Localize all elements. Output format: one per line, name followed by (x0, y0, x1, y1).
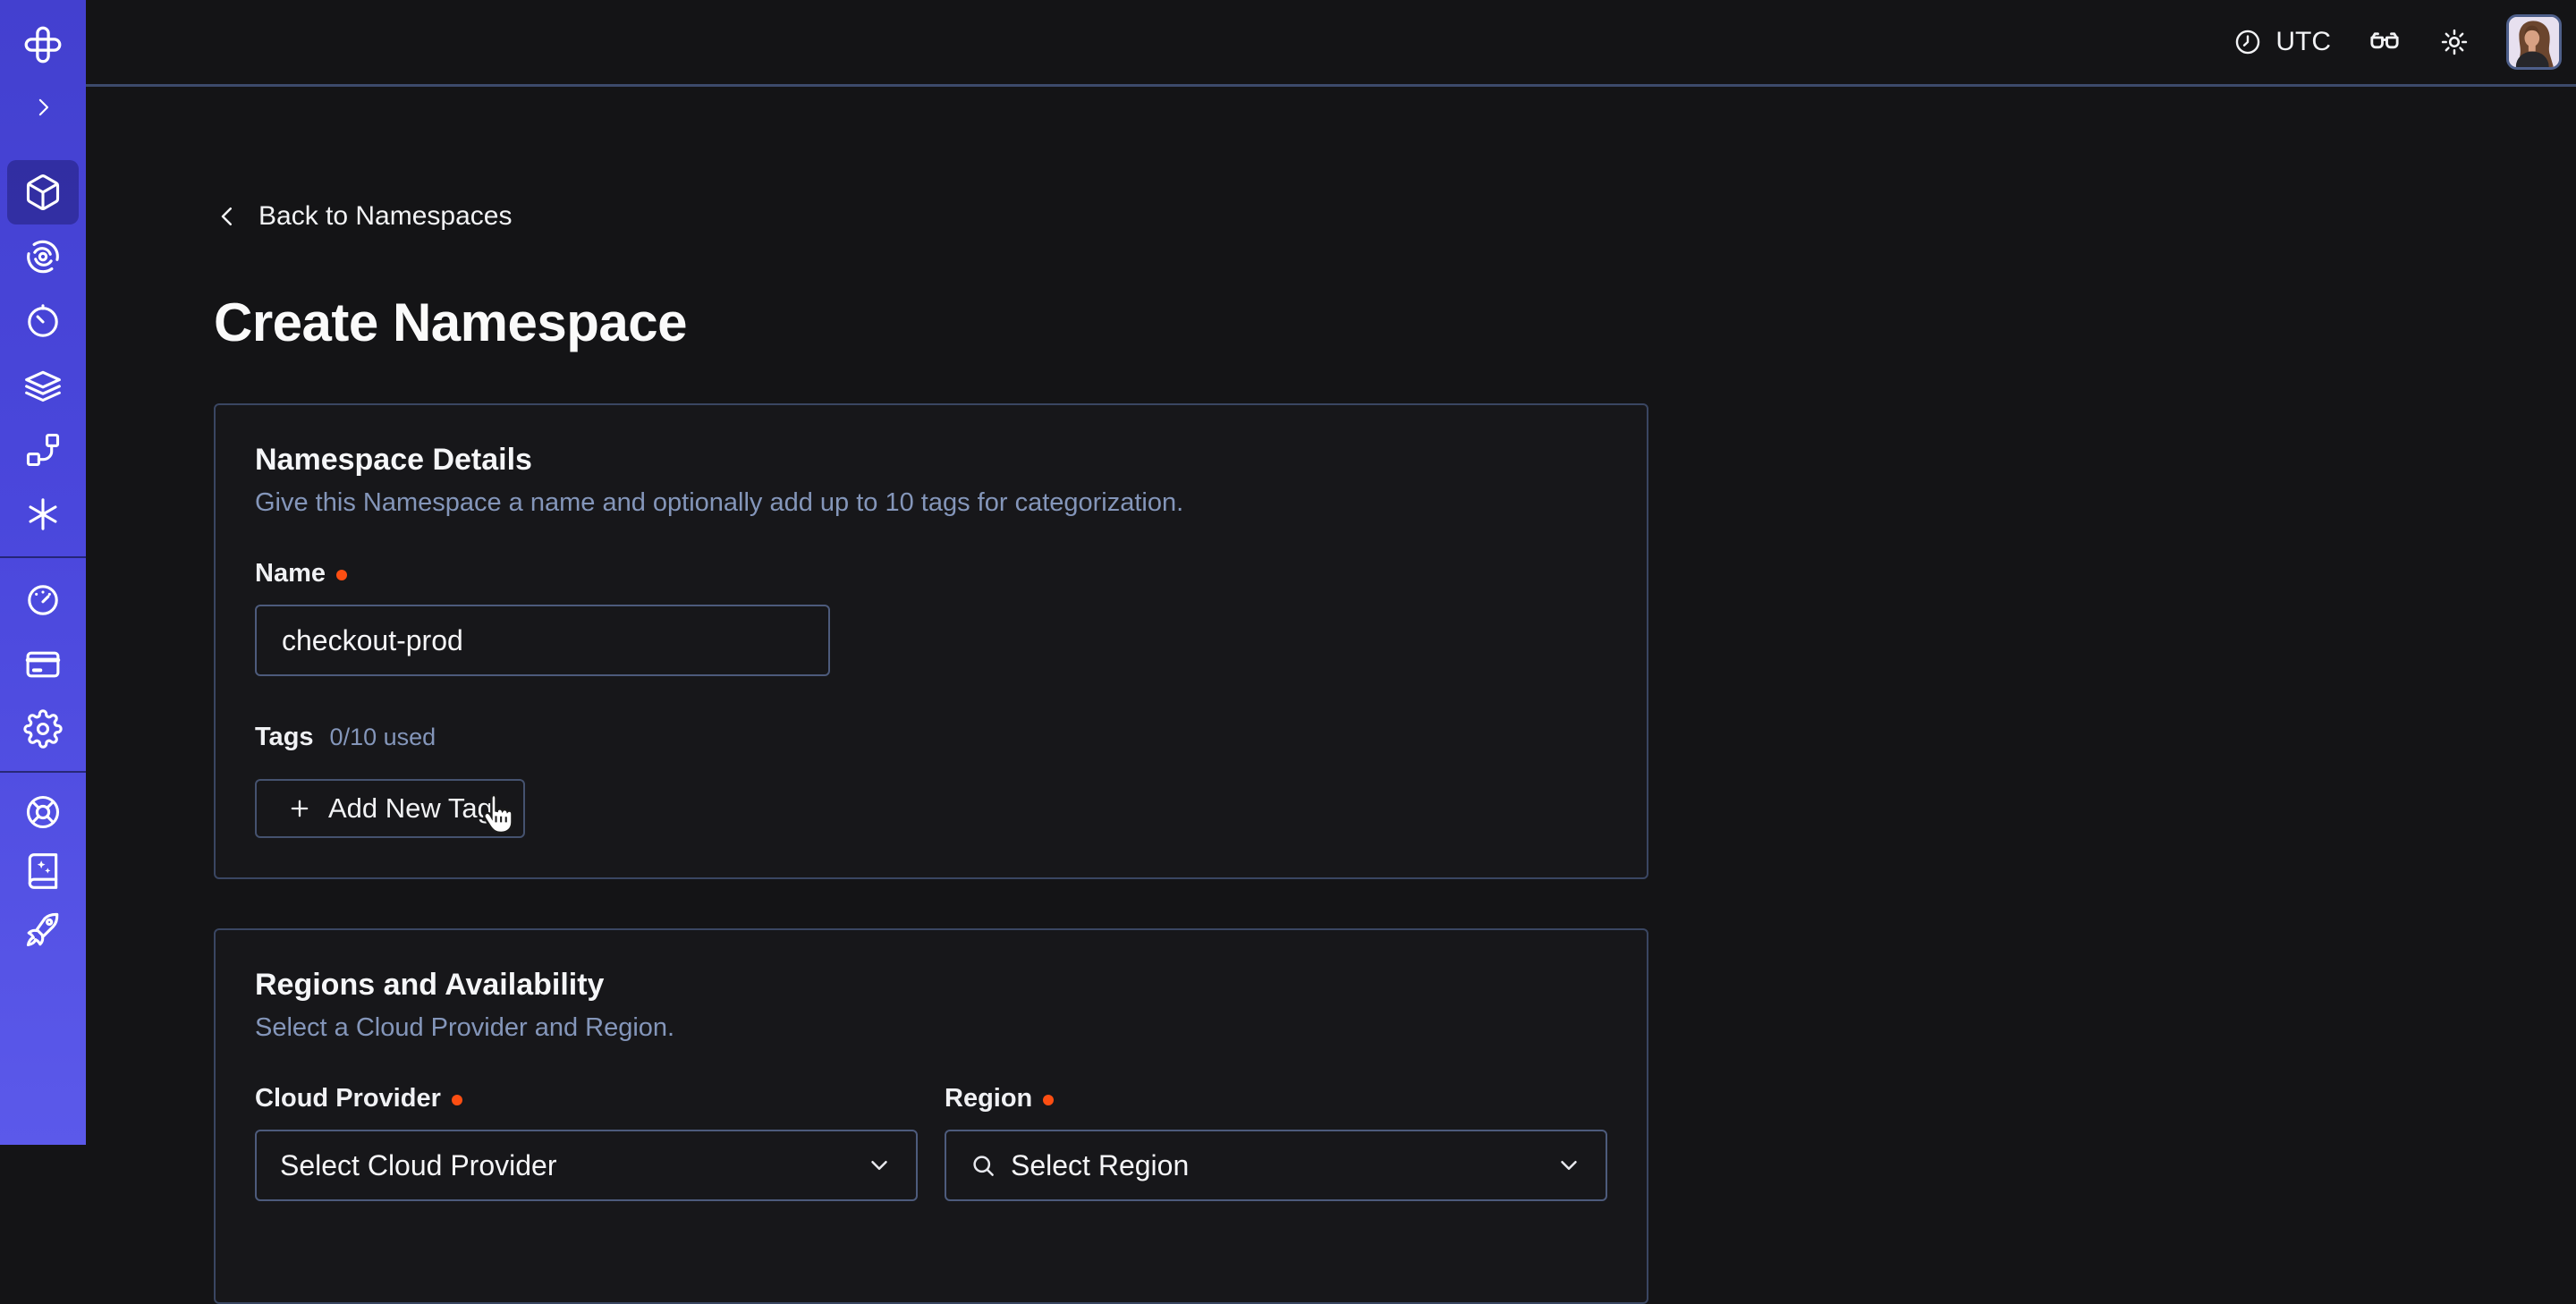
topbar: UTC (86, 0, 2576, 87)
name-label-row: Name (255, 559, 1607, 588)
flow-branch-icon (23, 430, 63, 470)
chevron-left-icon (214, 203, 241, 230)
sidebar-divider (0, 556, 86, 558)
sidebar-item-batch-operations[interactable] (7, 418, 79, 482)
required-dot (452, 1095, 462, 1105)
region-label: Region (945, 1084, 1032, 1113)
theme-toggle-button[interactable] (2438, 26, 2470, 58)
cloud-provider-select[interactable]: Select Cloud Provider (255, 1130, 918, 1201)
card-subtitle: Give this Namespace a name and optionall… (255, 488, 1607, 518)
rocket-icon (23, 910, 63, 950)
sun-icon (2438, 26, 2470, 58)
namespace-details-card: Namespace Details Give this Namespace a … (214, 403, 1648, 879)
sidebar-account-nav (7, 568, 79, 761)
sidebar-item-support[interactable] (7, 783, 79, 842)
plus-icon (287, 796, 312, 821)
chevron-down-icon (866, 1152, 893, 1179)
tags-label: Tags (255, 723, 314, 752)
gear-icon (23, 709, 63, 749)
region-field: Region Select Region (945, 1084, 1607, 1201)
timezone-button[interactable]: UTC (2233, 27, 2331, 57)
clock-icon (2233, 27, 2263, 57)
sidebar-item-billing[interactable] (7, 632, 79, 697)
required-dot (1043, 1095, 1054, 1105)
sidebar-item-usage[interactable] (7, 568, 79, 632)
chevron-down-icon (1555, 1152, 1582, 1179)
user-avatar[interactable] (2506, 14, 2562, 70)
main-content: Back to Namespaces Create Namespace Name… (86, 87, 2576, 1304)
sidebar-item-settings[interactable] (7, 697, 79, 761)
labs-button[interactable] (2367, 24, 2402, 60)
sidebar-item-workflows[interactable] (7, 224, 79, 289)
tags-label-row: Tags 0/10 used (255, 723, 1607, 752)
region-label-row: Region (945, 1084, 1607, 1113)
layers-icon (23, 366, 63, 405)
page-title: Create Namespace (214, 292, 2576, 353)
back-to-namespaces-link[interactable]: Back to Namespaces (214, 201, 512, 232)
credit-card-icon (23, 645, 63, 684)
sidebar-item-nexus[interactable] (7, 482, 79, 546)
region-select-value: Select Region (1011, 1149, 1189, 1182)
timer-icon (23, 301, 63, 341)
cloud-provider-field: Cloud Provider Select Cloud Provider (255, 1084, 918, 1201)
glasses-icon (2367, 24, 2402, 60)
sidebar-divider (0, 771, 86, 773)
book-sparkles-icon (23, 851, 63, 891)
asterisk-icon (23, 495, 63, 534)
life-buoy-icon (23, 792, 63, 832)
add-new-tag-label: Add New Tag (328, 792, 493, 825)
sidebar-item-schedules[interactable] (7, 289, 79, 353)
namespace-name-input[interactable] (255, 605, 830, 676)
card-subtitle: Select a Cloud Provider and Region. (255, 1013, 1607, 1043)
card-title: Regions and Availability (255, 968, 1607, 1003)
avatar-image (2509, 17, 2559, 67)
region-select[interactable]: Select Region (945, 1130, 1607, 1201)
search-icon (970, 1152, 996, 1179)
swirl-icon (23, 237, 63, 276)
sidebar-help-nav (7, 783, 79, 960)
sidebar-item-deployments[interactable] (7, 353, 79, 418)
provider-region-grid: Cloud Provider Select Cloud Provider Reg… (255, 1084, 1607, 1201)
sidebar-expand-button[interactable] (7, 88, 79, 127)
temporal-logo-icon[interactable] (7, 23, 79, 66)
name-label: Name (255, 559, 326, 588)
timezone-label: UTC (2275, 27, 2331, 57)
card-title: Namespace Details (255, 443, 1607, 478)
cloud-provider-select-value: Select Cloud Provider (280, 1149, 556, 1182)
regions-card: Regions and Availability Select a Cloud … (214, 928, 1648, 1304)
sidebar-item-docs[interactable] (7, 842, 79, 901)
sidebar-nav (7, 160, 79, 546)
tags-usage-count: 0/10 used (330, 724, 436, 751)
cloud-provider-label-row: Cloud Provider (255, 1084, 918, 1113)
add-new-tag-button[interactable]: Add New Tag (255, 779, 525, 838)
cube-icon (23, 173, 63, 212)
sidebar-item-getting-started[interactable] (7, 901, 79, 960)
back-link-label: Back to Namespaces (258, 201, 512, 232)
sidebar (0, 0, 86, 1145)
sidebar-item-namespaces[interactable] (7, 160, 79, 224)
gauge-icon (23, 580, 63, 620)
cloud-provider-label: Cloud Provider (255, 1084, 441, 1113)
required-dot (336, 570, 347, 580)
